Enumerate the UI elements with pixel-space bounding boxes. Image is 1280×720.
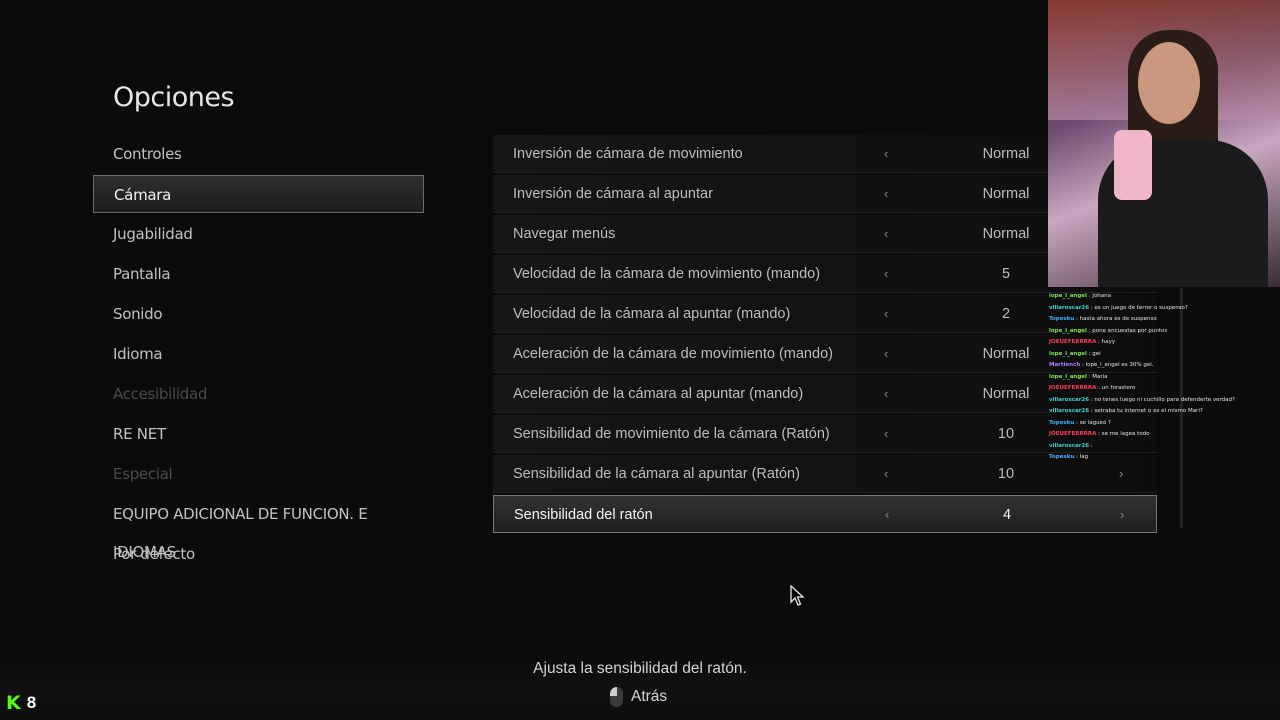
chevron-left-icon[interactable]: ‹: [884, 175, 888, 213]
chevron-left-icon[interactable]: ‹: [885, 496, 889, 534]
chat-username[interactable]: lope_l_angel: [1049, 328, 1087, 334]
chat-text: no tenes luego ni cuchillo para defender…: [1094, 396, 1235, 403]
setting-label: Sensibilidad de movimiento de la cámara …: [513, 426, 830, 442]
chat-text: hasta ahora es de suspenso: [1079, 316, 1157, 322]
chevron-left-icon[interactable]: ‹: [884, 255, 888, 293]
setting-label: Sensibilidad del ratón: [514, 507, 653, 523]
chat-username[interactable]: JOEUEFERRRRA: [1049, 431, 1096, 437]
chat-text: gei: [1092, 350, 1101, 357]
back-button[interactable]: Atrás: [610, 686, 667, 708]
chat-text: se me lagea todo: [1101, 431, 1150, 437]
setting-label: Velocidad de la cámara al apuntar (mando…: [513, 306, 791, 322]
setting-value: Normal: [982, 226, 1030, 242]
webcam-microphone: [1114, 130, 1152, 200]
chat-message: Topesku : se lagueó ?: [1049, 420, 1111, 427]
chat-text: setraba tu internet o es el mismo Mari?: [1094, 408, 1203, 414]
chat-username[interactable]: Topesku: [1049, 420, 1074, 426]
setting-value: 5: [1001, 266, 1011, 282]
chevron-left-icon[interactable]: ‹: [884, 455, 888, 493]
chat-text: un forastero: [1101, 385, 1136, 391]
chat-message: Topesku : lag: [1049, 454, 1088, 461]
menu-item-controles[interactable]: Controles: [93, 135, 424, 173]
setting-value: Normal: [982, 146, 1030, 162]
menu-item-por-defecto[interactable]: Por defecto: [93, 535, 424, 573]
menu-item-equipo-adicional-de-funcion-e-idiomas[interactable]: EQUIPO ADICIONAL DE FUNCION. E IDIOMAS: [93, 495, 424, 561]
chat-message: villaroscar26 : es un juego de terror o …: [1049, 305, 1188, 312]
menu-item-especial: Especial: [113, 465, 173, 483]
setting-value: 10: [997, 466, 1015, 482]
chat-text: se lagueó ?: [1079, 419, 1111, 426]
chat-message: villaroscar26 : no tenes luego ni cuchil…: [1049, 397, 1235, 404]
viewer-count-badge: K 8: [6, 692, 36, 714]
setting-label: Navegar menús: [513, 226, 616, 242]
setting-value: Normal: [982, 186, 1030, 202]
chat-text: lope_l_angel es 30% gei.: [1085, 362, 1154, 368]
chevron-left-icon[interactable]: ‹: [884, 335, 888, 373]
menu-item-re-net[interactable]: RE NET: [93, 415, 424, 453]
chat-username[interactable]: lope_l_angel: [1049, 374, 1087, 380]
chat-separator: :: [1089, 442, 1093, 449]
chevron-left-icon[interactable]: ‹: [884, 135, 888, 173]
setting-value: Normal: [982, 386, 1030, 402]
chat-message: lope_l_angel : gei: [1049, 351, 1101, 358]
setting-label: Aceleración de la cámara de movimiento (…: [513, 346, 833, 362]
chat-message: lope_l_angel : Johana: [1049, 293, 1111, 300]
setting-value: 2: [1001, 306, 1011, 322]
chat-username[interactable]: Topesku: [1049, 454, 1074, 460]
menu-item-accesibilidad: Accesibilidad: [113, 385, 208, 403]
page-title: Opciones: [113, 82, 235, 113]
webcam-person-face: [1138, 42, 1200, 124]
setting-value: 10: [997, 426, 1015, 442]
chat-username[interactable]: villaroscar26: [1049, 397, 1089, 403]
chevron-left-icon[interactable]: ‹: [884, 215, 888, 253]
chat-username[interactable]: villaroscar26: [1049, 305, 1089, 311]
chat-username[interactable]: Martiench: [1049, 362, 1080, 368]
chat-text: Maria: [1092, 373, 1108, 380]
kick-logo-icon: K: [6, 692, 21, 714]
chat-message: villaroscar26 :: [1049, 443, 1093, 450]
chat-username[interactable]: JOEUEFERRRRA: [1049, 339, 1096, 345]
chat-message: JOEUEFERRRRA : hayy: [1049, 339, 1115, 346]
chat-username[interactable]: JOEUEFERRRRA: [1049, 385, 1096, 391]
setting-label: Sensibilidad de la cámara al apuntar (Ra…: [513, 466, 800, 482]
chevron-left-icon[interactable]: ‹: [884, 295, 888, 333]
chat-message: Topesku : hasta ahora es de suspenso: [1049, 316, 1157, 323]
chat-username[interactable]: lope_l_angel: [1049, 351, 1087, 357]
setting-value: 4: [1002, 507, 1012, 523]
chat-message: lope_l_angel : Maria: [1049, 374, 1108, 381]
menu-item-idioma[interactable]: Idioma: [93, 335, 424, 373]
setting-label: Inversión de cámara de movimiento: [513, 146, 743, 162]
footer-bar: [0, 648, 1280, 720]
setting-label: Inversión de cámara al apuntar: [513, 186, 713, 202]
chat-text: Johana: [1092, 293, 1111, 299]
chat-message: villaroscar26 : setraba tu internet o es…: [1049, 408, 1203, 415]
setting-value: Normal: [982, 346, 1030, 362]
setting-label: Aceleración de la cámara al apuntar (man…: [513, 386, 804, 402]
chat-text: es un juego de terror o suspenso?: [1094, 304, 1188, 311]
setting-description: Ajusta la sensibilidad del ratón.: [533, 660, 747, 677]
menu-item-pantalla[interactable]: Pantalla: [93, 255, 424, 293]
chat-message: lope_l_angel : pone encuestas por puntos: [1049, 328, 1167, 335]
chat-text: hayy: [1101, 339, 1116, 345]
chevron-left-icon[interactable]: ‹: [884, 375, 888, 413]
webcam-overlay: [1048, 0, 1280, 287]
menu-item-jugabilidad[interactable]: Jugabilidad: [93, 215, 424, 253]
chat-message: JOEUEFERRRRA : se me lagea todo: [1049, 431, 1150, 438]
menu-item-camara[interactable]: Cámara: [93, 175, 424, 213]
chat-message: JOEUEFERRRRA : un forastero: [1049, 385, 1135, 392]
back-label: Atrás: [631, 688, 668, 705]
chat-message: Martiench : lope_l_angel es 30% gei.: [1049, 362, 1154, 369]
chat-text: lag: [1079, 454, 1089, 460]
mouse-right-click-icon: [610, 687, 623, 707]
chat-username[interactable]: villaroscar26: [1049, 443, 1089, 449]
chat-username[interactable]: Topesku: [1049, 316, 1074, 322]
chat-username[interactable]: villaroscar26: [1049, 408, 1089, 414]
viewer-count: 8: [26, 693, 37, 712]
chat-text: pone encuestas por puntos: [1092, 327, 1168, 334]
setting-label: Velocidad de la cámara de movimiento (ma…: [513, 266, 821, 282]
chat-username[interactable]: lope_l_angel: [1049, 293, 1087, 299]
mouse-cursor-icon: [790, 585, 805, 606]
menu-item-sonido[interactable]: Sonido: [93, 295, 424, 333]
chevron-left-icon[interactable]: ‹: [884, 415, 888, 453]
